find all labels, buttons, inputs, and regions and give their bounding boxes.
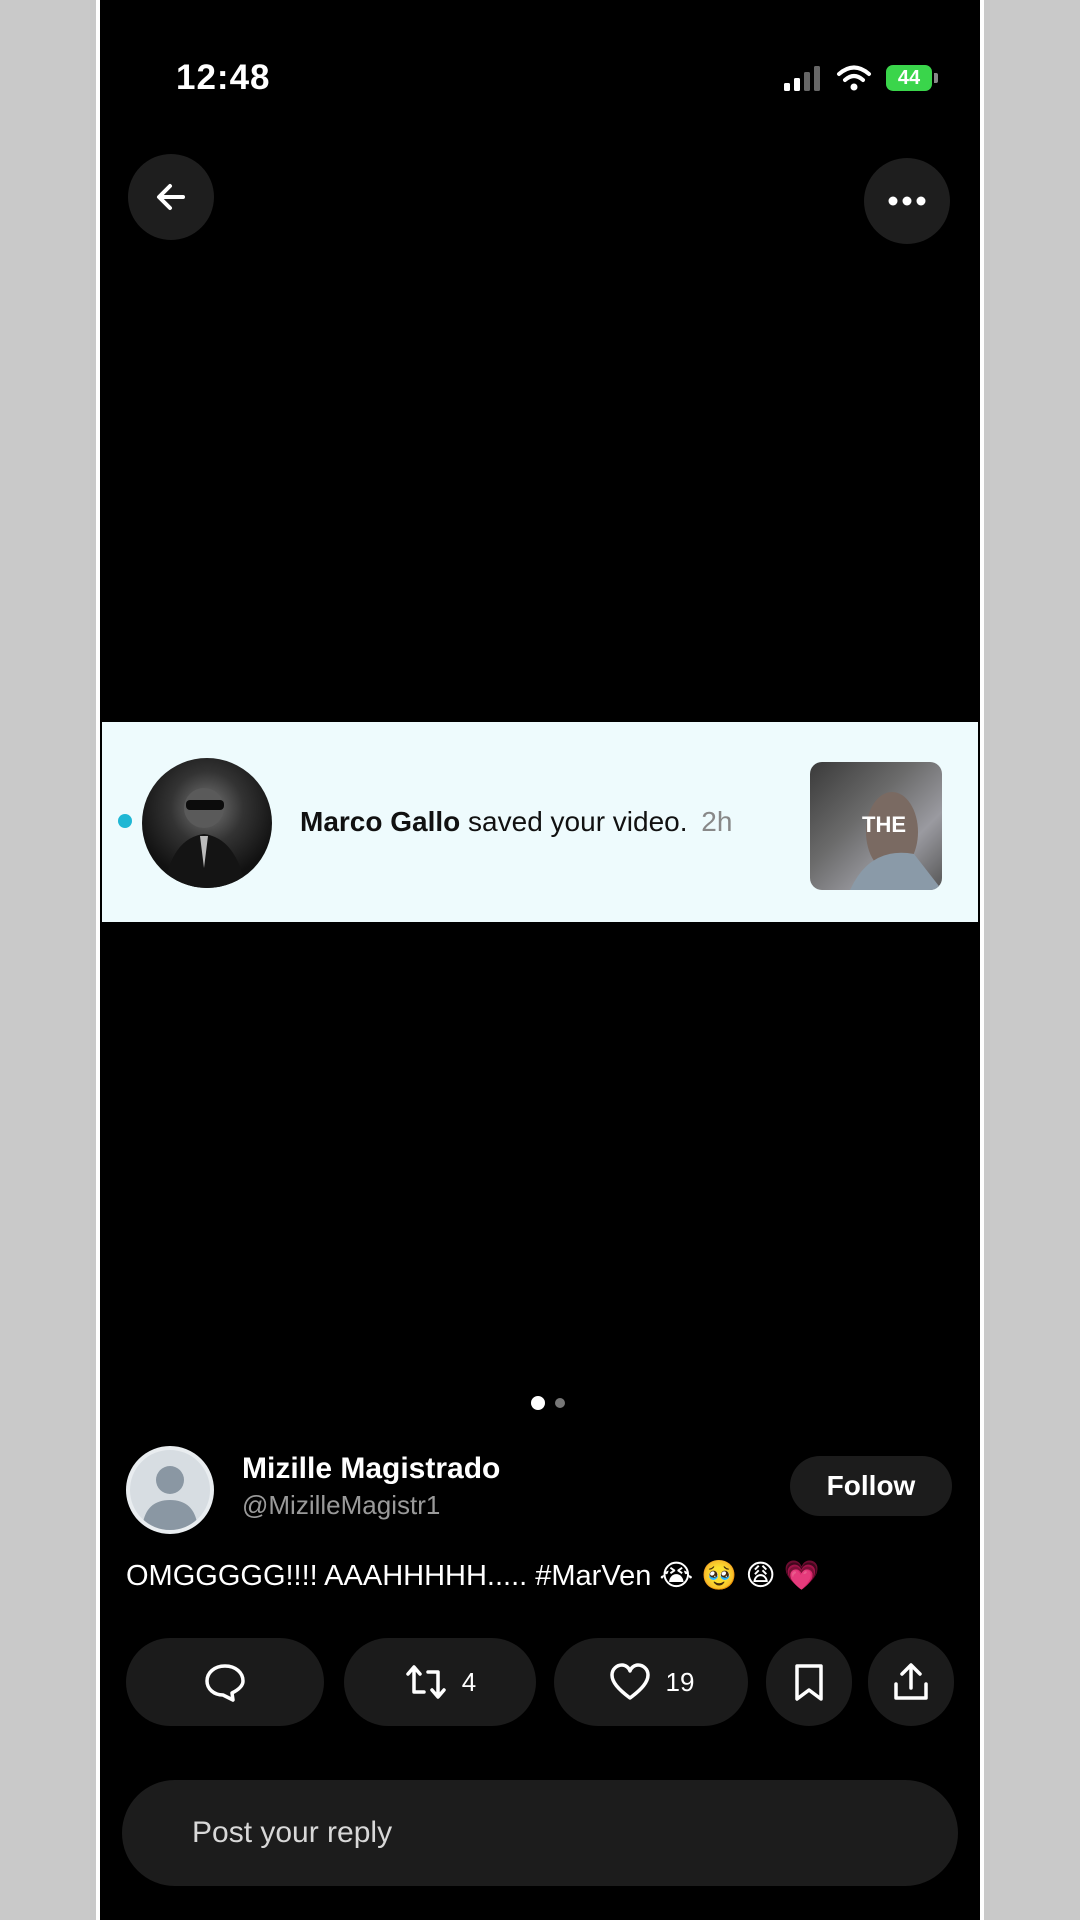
like-button[interactable]: 19 [554,1638,748,1726]
arrow-left-icon [157,184,185,210]
share-button[interactable] [868,1638,954,1726]
bookmark-button[interactable] [766,1638,852,1726]
notification-time: 2h [701,806,733,837]
battery-icon: 44 [886,65,938,91]
battery-level: 44 [886,65,932,91]
more-horizontal-icon [888,196,926,206]
pager-dot-active[interactable] [531,1396,545,1410]
reply-button[interactable] [126,1638,324,1726]
comment-icon [205,1664,245,1702]
more-options-button[interactable] [864,158,950,244]
post-text: OMGGGGG!!!! AAAHHHHH..... #MarVen 😭 🥹 😩 … [126,1560,820,1592]
reply-input[interactable]: Post your reply [122,1780,958,1886]
share-icon [894,1663,928,1700]
signal-icon [784,66,820,91]
action-bar: 4 19 [126,1638,954,1726]
bookmark-icon [795,1664,823,1701]
reply-placeholder: Post your reply [192,1816,393,1849]
video-viewer[interactable]: 12:48 44 Marco Gallo saved your video. 2… [96,0,984,1920]
follow-button[interactable]: Follow [790,1456,952,1516]
repost-count: 4 [461,1666,477,1697]
status-bar: 12:48 44 [100,50,980,110]
heart-icon [609,1663,650,1700]
page: 12:48 44 Marco Gallo saved your video. 2… [0,0,1080,1920]
media-pager [100,1396,980,1410]
unread-dot [118,814,132,828]
notification-text: Marco Gallo saved your video. 2h [300,806,732,838]
wifi-icon [837,65,871,91]
author-handle[interactable]: @MizilleMagistr1 [242,1490,440,1521]
author-name[interactable]: Mizille Magistrado [242,1452,500,1486]
notification-avatar[interactable] [142,758,272,888]
repost-icon [406,1665,446,1699]
like-count: 19 [665,1666,695,1697]
repost-button[interactable]: 4 [344,1638,536,1726]
notification-banner[interactable]: Marco Gallo saved your video. 2h THE [102,722,978,922]
thumbnail-text: THE [862,812,906,837]
video-thumbnail[interactable]: THE [810,762,942,890]
status-icons: 44 [782,64,938,92]
status-time: 12:48 [176,58,271,97]
notification-name[interactable]: Marco Gallo [300,806,460,837]
pager-dot[interactable] [555,1398,565,1408]
author-avatar[interactable] [126,1446,214,1534]
notification-message: saved your video. [468,806,688,837]
back-button[interactable] [128,154,214,240]
